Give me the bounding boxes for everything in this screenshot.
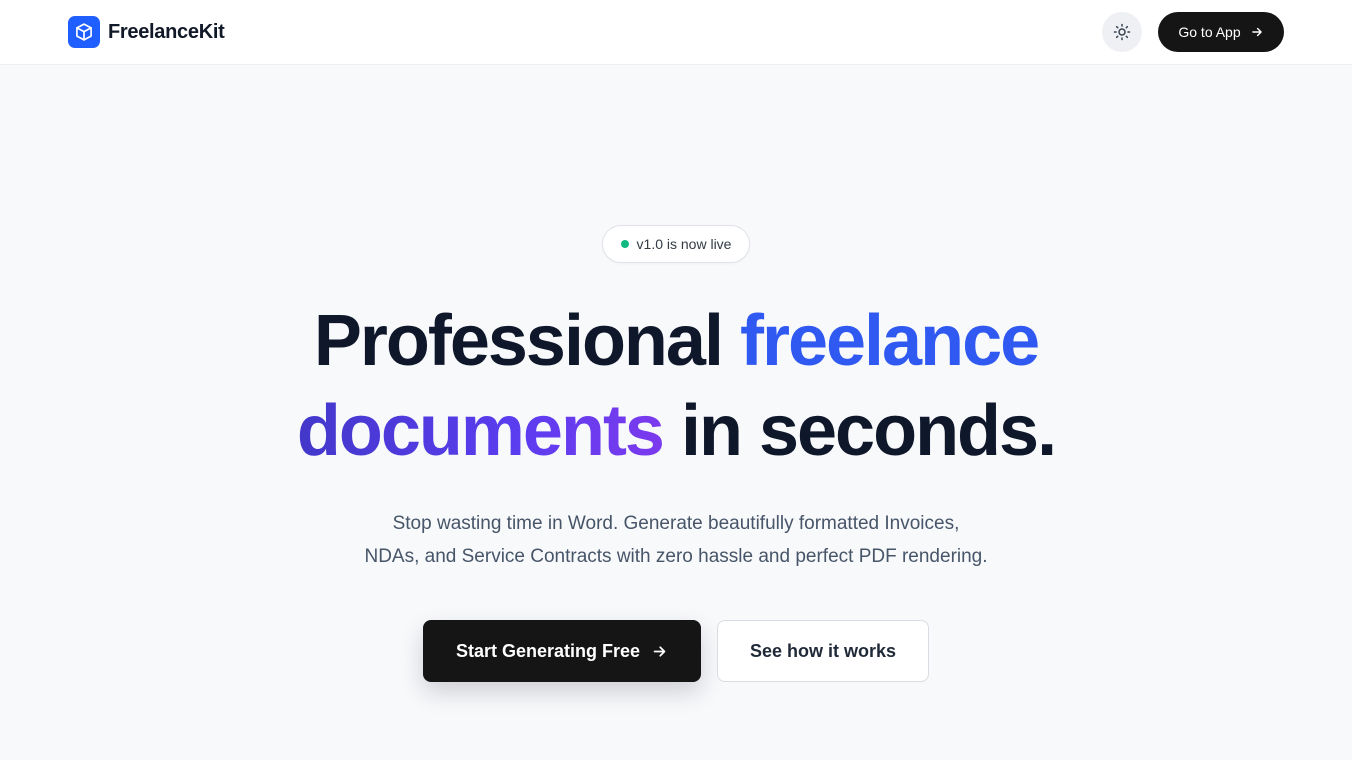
- arrow-right-icon: [653, 645, 666, 657]
- start-generating-label: Start Generating Free: [455, 640, 641, 661]
- subtitle-line-1: Stop wasting time in Word. Generate beau…: [392, 513, 960, 534]
- hero-headline: Professional freelance documents in seco…: [0, 296, 1352, 476]
- status-badge: v1.0 is now live: [602, 225, 750, 263]
- see-how-it-works-button[interactable]: See how it works: [717, 620, 929, 682]
- headline-part-2: freelance: [739, 301, 1040, 381]
- subtitle-line-2: NDAs, and Service Contracts with zero ha…: [364, 546, 988, 567]
- go-to-app-button[interactable]: Go to App: [1158, 12, 1284, 52]
- go-to-app-label: Go to App: [1178, 24, 1241, 40]
- start-generating-button[interactable]: Start Generating Free: [423, 620, 701, 682]
- sun-icon: [1113, 23, 1131, 41]
- cube-icon: [68, 16, 100, 48]
- top-navbar: FreelanceKit Go to App: [0, 0, 1352, 65]
- hero-subtitle: Stop wasting time in Word. Generate beau…: [326, 507, 1026, 573]
- live-dot-icon: [620, 240, 629, 248]
- see-how-it-works-label: See how it works: [749, 640, 897, 661]
- headline-part-1: Professional: [313, 301, 740, 381]
- arrow-right-icon: [1251, 27, 1262, 37]
- theme-toggle-button[interactable]: [1102, 12, 1142, 52]
- badge-text: v1.0 is now live: [636, 236, 732, 252]
- headline-part-3: documents: [296, 391, 665, 471]
- headline-part-4: in seconds.: [662, 391, 1057, 471]
- brand-name: FreelanceKit: [108, 20, 225, 43]
- brand[interactable]: FreelanceKit: [68, 16, 225, 48]
